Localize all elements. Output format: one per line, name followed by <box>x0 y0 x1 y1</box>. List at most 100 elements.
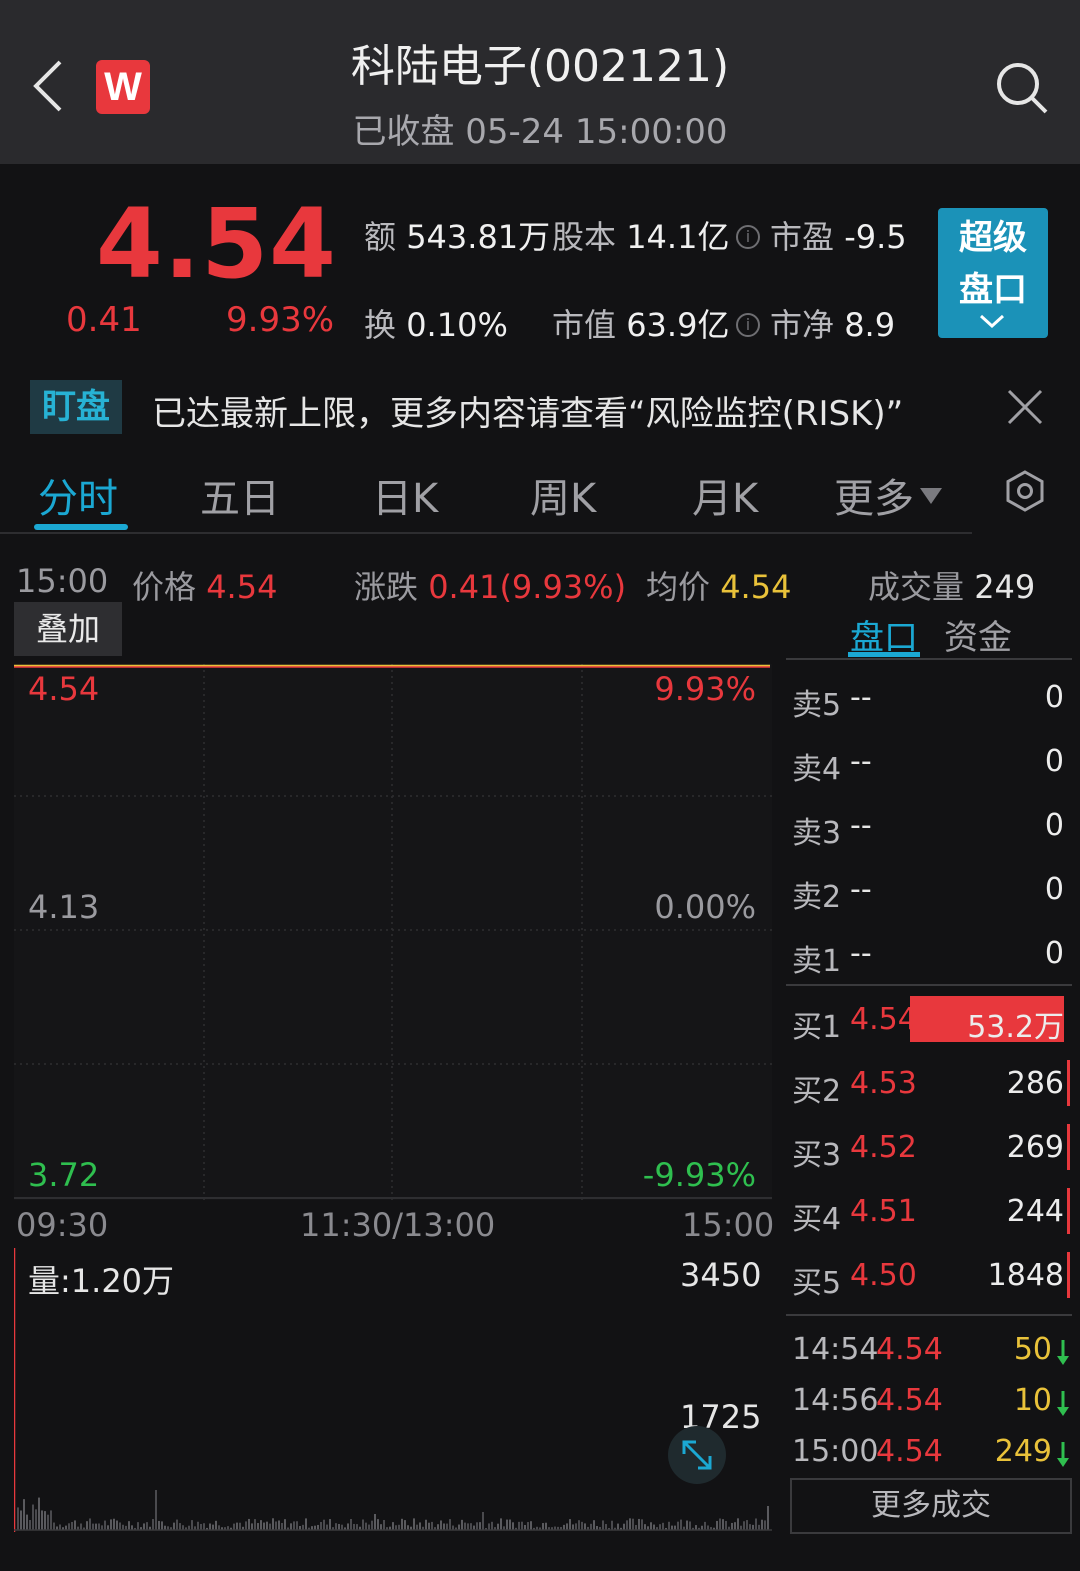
more-trades-button[interactable]: 更多成交 <box>790 1478 1072 1534</box>
bid-row[interactable]: 买3 4.52 269 <box>786 1118 1072 1178</box>
tab-five-day[interactable]: 五日 <box>200 466 280 524</box>
book-bottom-divider <box>786 1314 1072 1316</box>
back-arrow-icon[interactable] <box>30 58 70 114</box>
bid-price: 4.53 <box>850 1066 917 1101</box>
ask-row[interactable]: 卖5 -- 0 <box>786 668 1072 728</box>
bid-level-label: 买3 <box>792 1138 842 1173</box>
last-price: 4.54 <box>96 188 337 300</box>
ask-row[interactable]: 卖2 -- 0 <box>786 860 1072 920</box>
intraday-chart[interactable] <box>14 664 772 1200</box>
super-order-book-button[interactable]: 超级 盘口 <box>938 208 1048 338</box>
tab-more[interactable]: 更多 <box>834 466 942 524</box>
bid-price: 4.54 <box>850 1002 917 1037</box>
search-icon[interactable] <box>994 60 1050 116</box>
subtab-capital[interactable]: 资金 <box>944 610 1012 659</box>
price-change-pct: 9.93% <box>226 300 335 340</box>
ask-row[interactable]: 卖4 -- 0 <box>786 732 1072 792</box>
settings-icon[interactable] <box>1004 470 1046 512</box>
ask-price: -- <box>850 744 872 779</box>
info-change: 涨跌 0.41(9.93%) <box>354 568 627 606</box>
info-icon[interactable]: i <box>736 313 760 337</box>
trade-price: 4.54 <box>876 1383 943 1418</box>
volume-axis-max: 3450 <box>680 1256 762 1294</box>
pct-axis-top: 9.93% <box>654 670 756 708</box>
stat-share-capital: 股本 14.1亿 <box>552 218 730 256</box>
super-button-line2: 盘口 <box>959 270 1027 310</box>
bid-quantity: 269 <box>1006 1130 1064 1165</box>
trade-price: 4.54 <box>876 1434 943 1469</box>
trade-price: 4.54 <box>876 1332 943 1367</box>
bid-volume-bar <box>1067 1060 1070 1106</box>
bid-row[interactable]: 买4 4.51 244 <box>786 1182 1072 1242</box>
app-logo[interactable]: W <box>96 60 150 114</box>
stat-amount: 额 543.81万 <box>364 218 551 256</box>
tab-intraday[interactable]: 分时 <box>38 466 118 524</box>
tabs-divider <box>0 532 972 534</box>
ask-price: -- <box>850 936 872 971</box>
ask-level-label: 卖5 <box>792 688 842 723</box>
ask-quantity: 0 <box>1044 936 1064 971</box>
cursor-time: 15:00 <box>16 562 109 600</box>
ask-quantity: 0 <box>1044 808 1064 843</box>
tab-monthly-k[interactable]: 月K <box>692 466 758 524</box>
ask-level-label: 卖3 <box>792 816 842 851</box>
active-tab-indicator <box>34 524 128 530</box>
banner-message[interactable]: 已达最新上限，更多内容请查看“风险监控(RISK)” <box>152 386 903 435</box>
info-volume: 成交量 249 <box>868 568 1036 606</box>
chart-background <box>14 664 772 1200</box>
bid-price: 4.52 <box>850 1130 917 1165</box>
time-axis-start: 09:30 <box>16 1206 109 1244</box>
bid-row[interactable]: 买1 4.54 53.2万 <box>786 990 1072 1050</box>
trade-row: 14:56 4.54 10 <box>790 1379 1076 1427</box>
bid-price: 4.50 <box>850 1258 917 1293</box>
price-axis-bottom: 3.72 <box>28 1156 100 1194</box>
ask-quantity: 0 <box>1044 680 1064 715</box>
bid-level-label: 买2 <box>792 1074 842 1109</box>
tab-daily-k[interactable]: 日K <box>372 466 438 524</box>
price-axis-top: 4.54 <box>28 670 100 708</box>
ask-price: -- <box>850 808 872 843</box>
info-price: 价格 4.54 <box>132 568 278 606</box>
overlay-button[interactable]: 叠加 <box>14 602 122 656</box>
stat-turnover: 换 0.10% <box>364 306 508 344</box>
stat-pe[interactable]: i 市盈 -9.5 <box>736 212 907 258</box>
pct-axis-mid: 0.00% <box>654 888 756 926</box>
trade-time: 14:54 <box>792 1332 879 1367</box>
market-status: 已收盘 05-24 15:00:00 <box>352 112 728 152</box>
trade-row: 15:00 4.54 249 <box>790 1430 1076 1478</box>
bid-quantity: 53.2万 <box>967 1010 1064 1045</box>
bid-level-label: 买5 <box>792 1266 842 1301</box>
trade-quantity: 249 <box>994 1434 1052 1469</box>
bid-volume-bar <box>1067 1252 1070 1298</box>
bid-row[interactable]: 买2 4.53 286 <box>786 1054 1072 1114</box>
bid-volume-bar <box>1067 1188 1070 1234</box>
book-top-divider <box>786 658 1072 660</box>
bid-volume-bar <box>1067 1124 1070 1170</box>
expand-icon[interactable] <box>668 1426 726 1484</box>
ask-level-label: 卖2 <box>792 880 842 915</box>
bid-quantity: 1848 <box>987 1258 1064 1293</box>
close-icon[interactable] <box>1006 388 1044 426</box>
bid-price: 4.51 <box>850 1194 917 1229</box>
ask-row[interactable]: 卖1 -- 0 <box>786 924 1072 984</box>
bid-level-label: 买4 <box>792 1202 842 1237</box>
volume-label: 量:1.20万 <box>28 1262 175 1300</box>
ask-row[interactable]: 卖3 -- 0 <box>786 796 1072 856</box>
tab-weekly-k[interactable]: 周K <box>530 466 596 524</box>
info-avg-price: 均价 4.54 <box>646 568 792 606</box>
stat-pb[interactable]: i 市净 8.9 <box>736 300 895 346</box>
ask-level-label: 卖4 <box>792 752 842 787</box>
trade-time: 15:00 <box>792 1434 879 1469</box>
info-icon[interactable]: i <box>736 225 760 249</box>
subtab-indicator <box>848 652 920 657</box>
bid-quantity: 244 <box>1006 1194 1064 1229</box>
ask-level-label: 卖1 <box>792 944 842 979</box>
pct-axis-bottom: -9.93% <box>642 1156 756 1194</box>
bid-row[interactable]: 买5 4.50 1848 <box>786 1246 1072 1306</box>
super-button-line1: 超级 <box>959 218 1027 258</box>
trade-quantity: 50 <box>1013 1332 1052 1367</box>
watch-tag[interactable]: 盯盘 <box>30 380 122 434</box>
time-axis-mid: 11:30/13:00 <box>300 1206 496 1244</box>
trade-quantity: 10 <box>1013 1383 1052 1418</box>
ask-quantity: 0 <box>1044 872 1064 907</box>
